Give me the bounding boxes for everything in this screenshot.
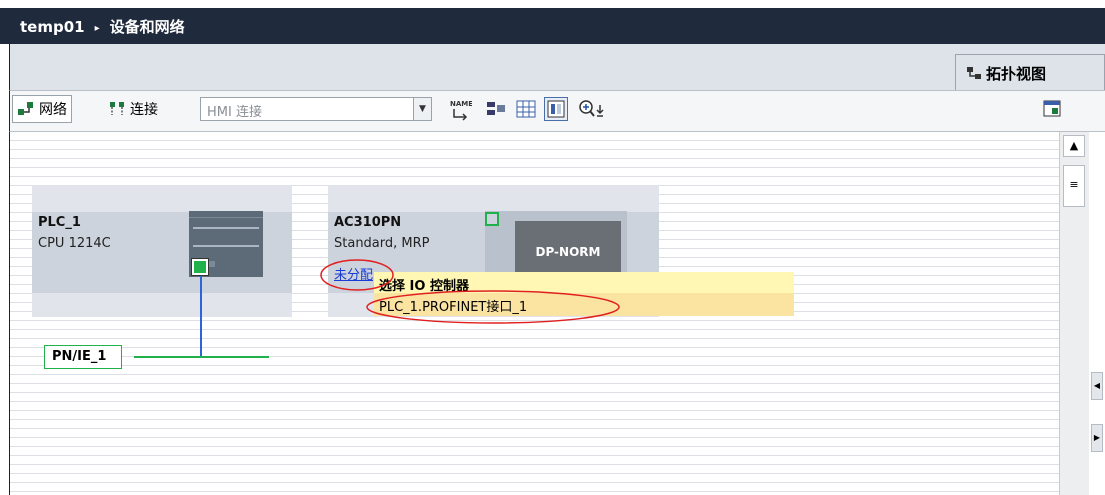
name-display-button[interactable]: NAME bbox=[448, 97, 473, 121]
project-name: temp01 bbox=[20, 18, 85, 36]
network-icon bbox=[17, 100, 35, 118]
side-panel-strip: ◀ ▶ bbox=[1089, 132, 1105, 495]
name-icon: NAME bbox=[450, 100, 472, 108]
scroll-thumb[interactable]: ≡ bbox=[1063, 165, 1085, 207]
annotation-overlay bbox=[320, 259, 620, 324]
connect-icon bbox=[108, 100, 126, 118]
section-name: 设备和网络 bbox=[109, 18, 185, 36]
network-button[interactable]: 网络 bbox=[12, 95, 72, 123]
network-canvas[interactable]: PLC_1 CPU 1214C PN/IE_1 AC310PN Standard… bbox=[9, 132, 1059, 495]
overview-icon-button[interactable] bbox=[544, 97, 568, 121]
connect-label: 连接 bbox=[130, 102, 158, 118]
properties-icon-button[interactable] bbox=[1042, 99, 1062, 119]
highlight-ellipse-option bbox=[366, 290, 620, 324]
title-bar: temp01 ▸ 设备和网络 bbox=[0, 8, 1105, 44]
tab-topology-view[interactable]: 拓扑视图 bbox=[955, 54, 1105, 90]
grid-icon-button[interactable] bbox=[516, 99, 536, 119]
connection-type-select[interactable]: HMI 连接 ▼ bbox=[200, 97, 432, 121]
chevron-right-icon[interactable]: ▶ bbox=[1091, 424, 1103, 452]
topology-tab-label: 拓扑视图 bbox=[986, 65, 1047, 83]
zoom-icon-button[interactable] bbox=[578, 99, 610, 119]
breadcrumb-separator-icon: ▸ bbox=[94, 23, 100, 34]
chevron-left-icon[interactable]: ◀ bbox=[1091, 372, 1103, 400]
topology-icon bbox=[966, 66, 982, 80]
address-icon-button[interactable] bbox=[486, 99, 506, 119]
vertical-scrollbar[interactable]: ▲ ≡ bbox=[1059, 132, 1089, 495]
connect-button[interactable]: 连接 bbox=[108, 95, 158, 123]
view-tab-bar: 拓扑视图 bbox=[9, 44, 1105, 90]
scroll-up-icon[interactable]: ▲ bbox=[1063, 135, 1085, 157]
toolbar: 网络 连接 HMI 连接 ▼ NAME bbox=[9, 90, 1105, 132]
connection-type-value: HMI 连接 bbox=[207, 105, 262, 120]
highlight-ellipse-unassigned bbox=[320, 259, 394, 291]
chevron-down-icon[interactable]: ▼ bbox=[413, 98, 431, 120]
network-label: 网络 bbox=[39, 102, 67, 118]
